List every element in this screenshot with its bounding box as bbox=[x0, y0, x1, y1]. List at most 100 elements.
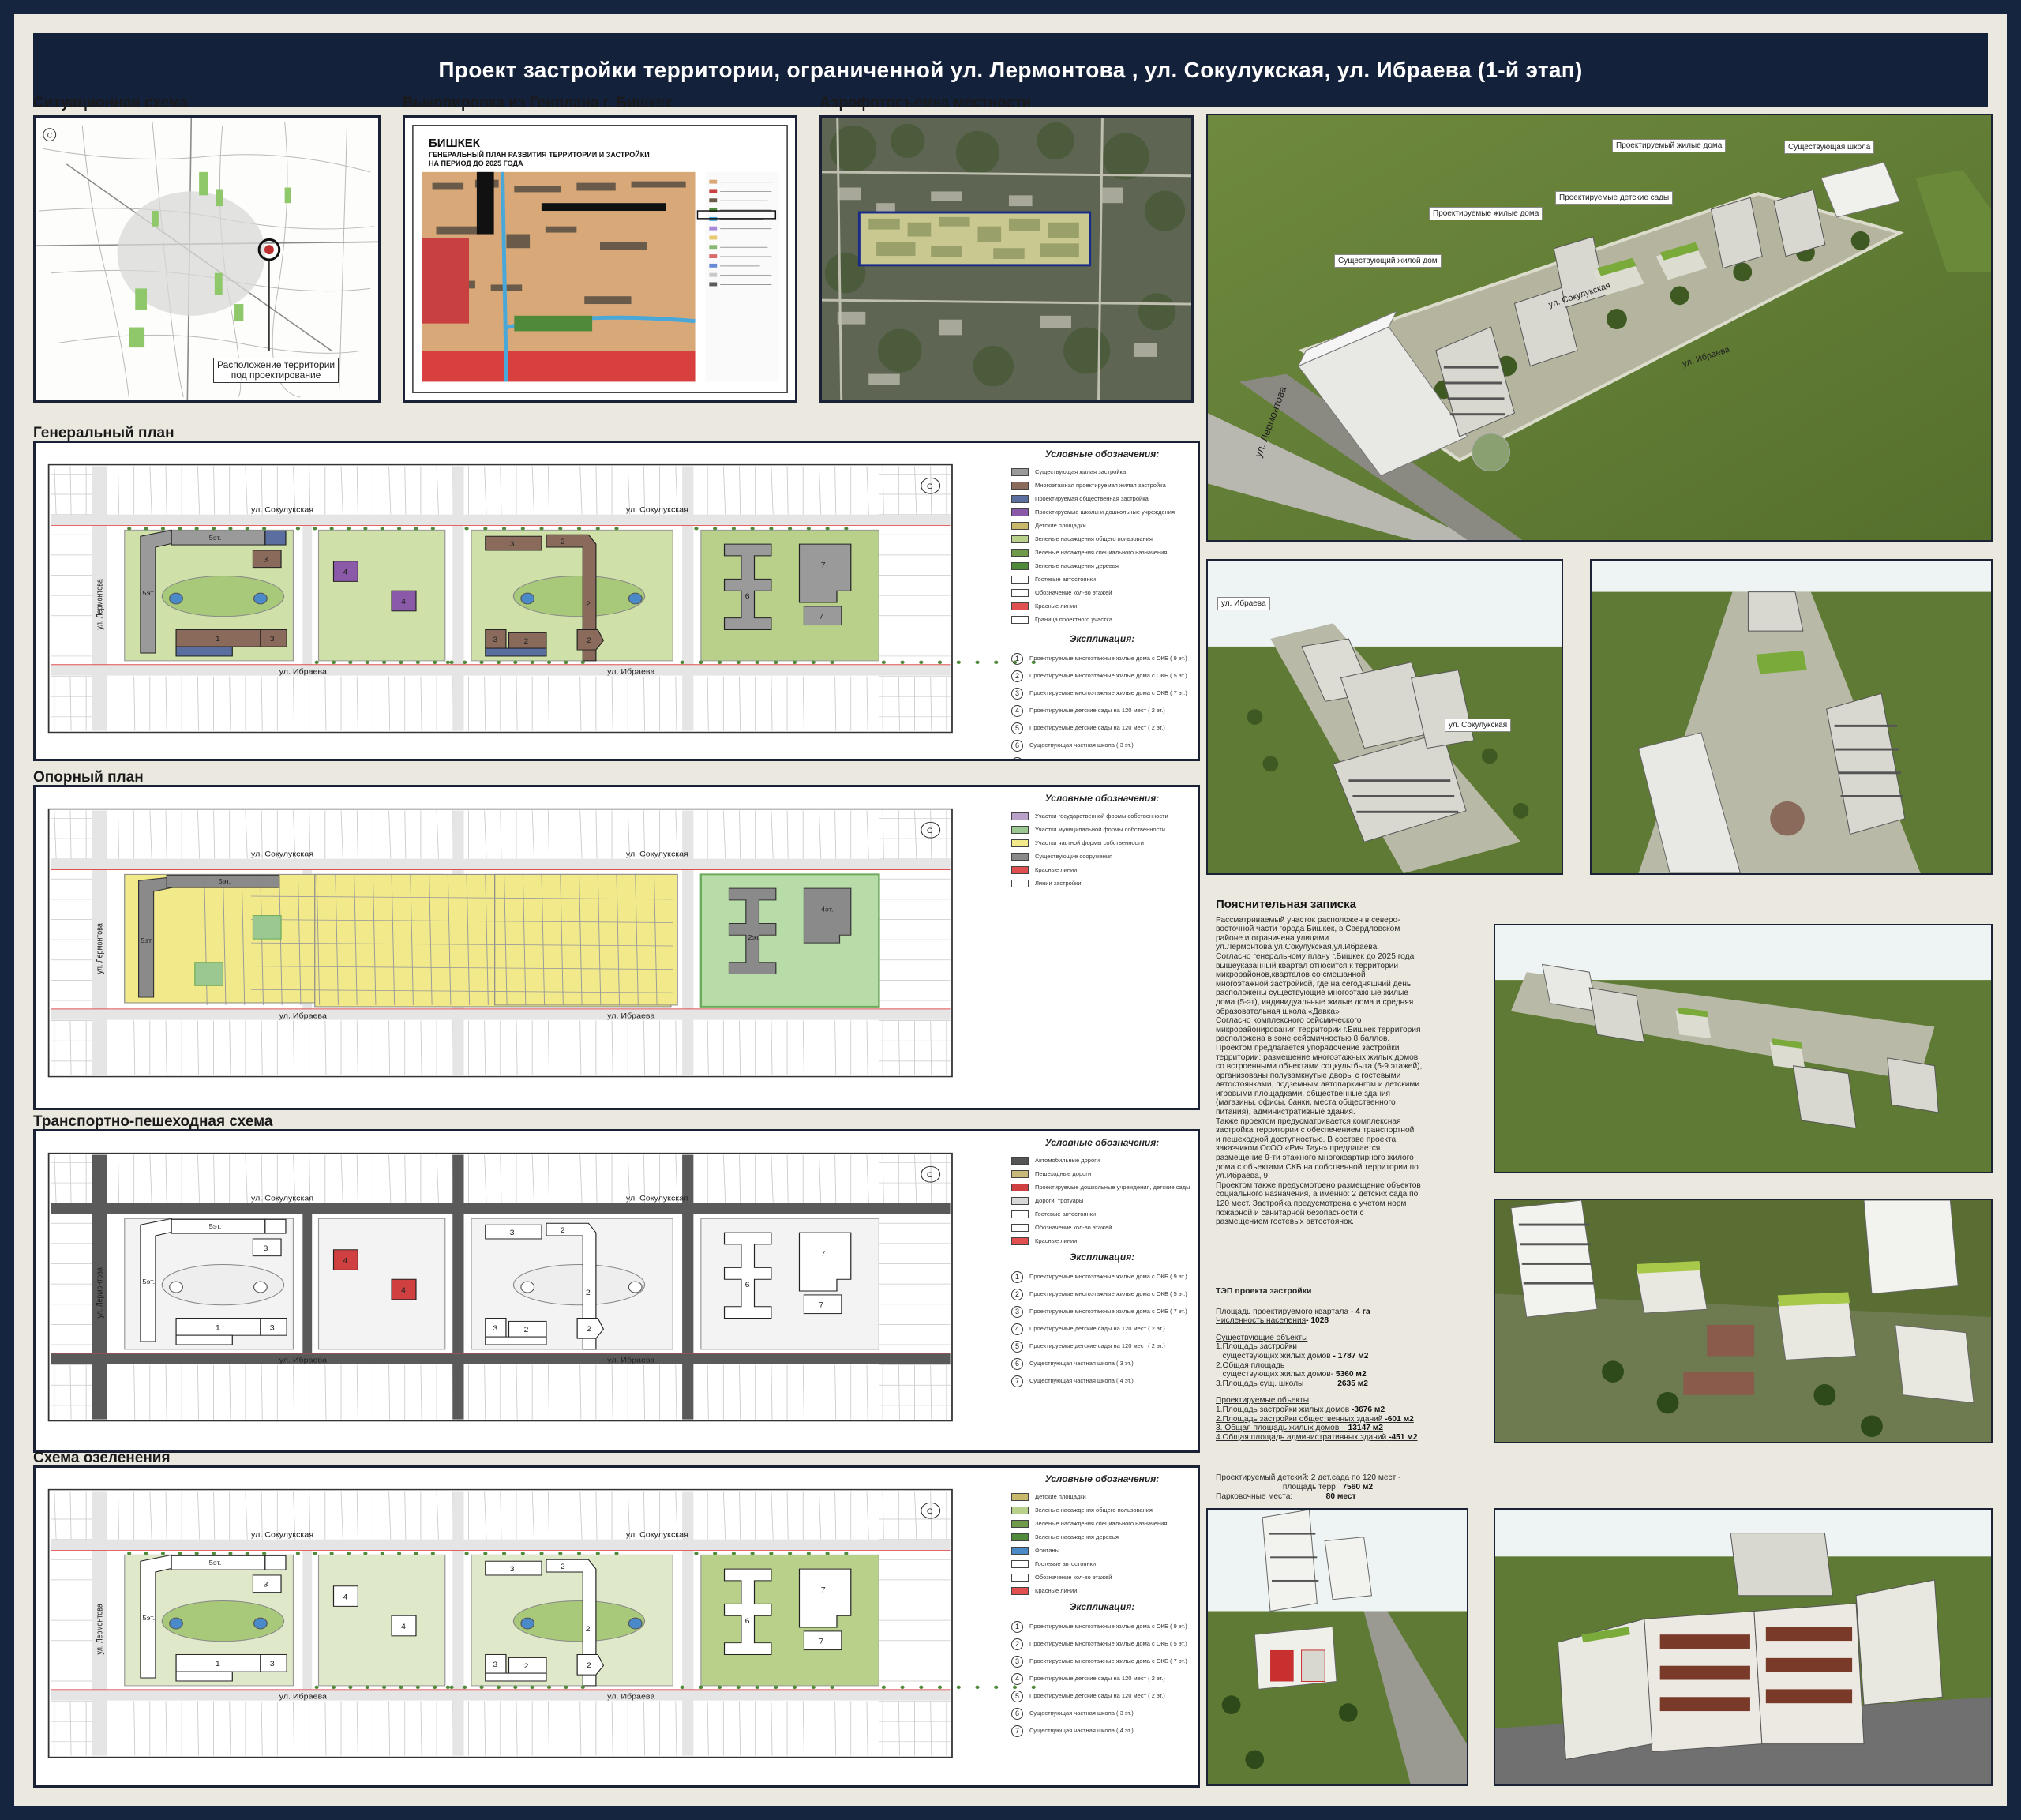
render-5 bbox=[1494, 1199, 1993, 1443]
street-label-ibraeva: ул. Ибраева bbox=[279, 1357, 328, 1364]
tep-projected-title: Проектируемые объекты bbox=[1216, 1396, 1310, 1405]
block-2 bbox=[317, 529, 446, 662]
render2-street-ibraeva: ул. Ибраева bbox=[1217, 597, 1270, 610]
fountain-icon bbox=[169, 592, 183, 605]
road-ibraeva bbox=[50, 1353, 951, 1364]
aerial-photo bbox=[819, 115, 1194, 403]
legend-swatch bbox=[1011, 602, 1029, 610]
transport-explication-title: Экспликация: bbox=[1069, 1251, 1135, 1263]
render-7 bbox=[1494, 1508, 1993, 1786]
master-explication-title: Экспликация: bbox=[1069, 633, 1135, 644]
explication-number: 3 bbox=[1011, 687, 1023, 700]
road-cross-2 bbox=[302, 525, 313, 665]
building-number: 3 bbox=[510, 1229, 516, 1237]
explication-number: 4 bbox=[1011, 1672, 1023, 1685]
master-legend-title: Условные обозначения: bbox=[1044, 448, 1160, 460]
explication-label: Существующая частная школа ( 3 эт.) bbox=[1029, 741, 1134, 749]
street-label-ibraeva: ул. Ибраева bbox=[607, 1357, 655, 1364]
public-building bbox=[264, 1555, 287, 1570]
master-explication-item: 6 Существующая частная школа ( 3 эт.) bbox=[1011, 737, 1193, 754]
master-plan: ул. Сокулукская ул. Сокулукская ул. Ибраев… bbox=[33, 441, 1200, 761]
fountain-icon bbox=[169, 1281, 183, 1293]
building-number: 3 bbox=[493, 1661, 498, 1669]
legend-swatch bbox=[1011, 865, 1029, 874]
legend-label: Зеленые насаждения специального назначен… bbox=[1035, 548, 1168, 556]
road-sokuluk bbox=[50, 514, 951, 526]
building-number: 3 bbox=[263, 1582, 268, 1589]
building-number: 2 bbox=[587, 637, 591, 645]
tep-kinder-2v: 7560 м2 bbox=[1342, 1482, 1374, 1492]
transport-legend-item: Красные линии bbox=[1011, 1234, 1193, 1248]
tep-existing-2v: 5360 м2 bbox=[1335, 1370, 1367, 1379]
greening-explication-item: 6 Существующая частная школа ( 3 эт.) bbox=[1011, 1705, 1193, 1722]
street-label-ibraeva: ул. Ибраева bbox=[607, 1693, 655, 1701]
road-sokuluk bbox=[50, 858, 951, 870]
tep-proj-1v: -3676 м2 bbox=[1352, 1405, 1385, 1414]
road-sokuluk bbox=[50, 1203, 951, 1214]
legend-label: Проектируемые школы и дошкольные учрежде… bbox=[1035, 508, 1175, 516]
road-ibraeva bbox=[50, 664, 951, 676]
building-number: 7 bbox=[821, 1250, 826, 1258]
legend-swatch bbox=[1011, 1223, 1029, 1232]
building-number: 2 bbox=[523, 1327, 528, 1334]
tep-proj-3: 3. Общая площадь жилых домов – bbox=[1216, 1424, 1346, 1433]
legend-label: Пешеходные дороги bbox=[1035, 1169, 1092, 1177]
transport-legend-item: Гостевые автостоянки bbox=[1011, 1207, 1193, 1221]
building-number: 4 bbox=[343, 569, 348, 576]
fountain-icon bbox=[169, 1617, 183, 1630]
street-label-sokuluk: ул. Сокулукская bbox=[251, 506, 313, 514]
greening-legend-item: Детские площадки bbox=[1011, 1490, 1193, 1503]
tep-parking-v: 80 мест bbox=[1325, 1492, 1356, 1501]
street-label-ibraeva: ул. Ибраева bbox=[279, 1693, 328, 1701]
explication-number: 2 bbox=[1011, 1638, 1023, 1650]
transport-legend-item: Автомобильные дороги bbox=[1011, 1154, 1193, 1167]
greening-explication-item: 4 Проектируемые детские сады на 120 мест … bbox=[1011, 1670, 1193, 1687]
legend-label: Многоэтажная проектируемая жилая застрой… bbox=[1035, 481, 1166, 489]
building-number: 2 bbox=[561, 538, 565, 546]
legend-label: Существующая жилая застройка bbox=[1035, 467, 1127, 475]
street-label-ibraeva: ул. Ибраева bbox=[607, 668, 655, 676]
floors-label: 5эт. bbox=[142, 590, 155, 597]
public-building bbox=[175, 1671, 233, 1682]
building-number: 1 bbox=[216, 636, 220, 644]
master-explication-item: 7 Существующая частная школа ( 4 эт.) bbox=[1011, 754, 1193, 759]
legend-label: Детские площадки bbox=[1035, 521, 1086, 529]
transport-explication-item: 1 Проектируемые многоэтажные жилые дома с… bbox=[1011, 1268, 1193, 1285]
reference-legend-title: Условные обозначения: bbox=[1044, 793, 1160, 804]
master-legend-item: Красные линии bbox=[1011, 599, 1193, 613]
north-arrow-label: С bbox=[927, 1508, 933, 1516]
transport-legend-item: Проектируемые дошкольные учреждения, дет… bbox=[1011, 1180, 1193, 1194]
floors-label: 5эт. bbox=[209, 1223, 222, 1230]
situational-title: Ситуационная схема bbox=[33, 95, 189, 111]
explication-number: 6 bbox=[1011, 1707, 1023, 1720]
tep-existing-2: 2.Общая площадь bbox=[1216, 1360, 1285, 1370]
genplan-city: БИШКЕК bbox=[429, 137, 480, 150]
fountain-icon bbox=[520, 592, 535, 605]
transport-legend-title: Условные обозначения: bbox=[1044, 1137, 1160, 1148]
tep-population-value: - 1028 bbox=[1306, 1316, 1329, 1326]
callout-existing-house: Существующий жилой дом bbox=[1334, 254, 1442, 268]
render2-street-sokuluk: ул. Сокулукская bbox=[1445, 719, 1512, 732]
greening-legend-item: Красные линии bbox=[1011, 1584, 1193, 1597]
street-label-ibraeva: ул. Ибраева bbox=[279, 668, 328, 676]
public-building bbox=[175, 1334, 233, 1345]
legend-label: Зеленые насаждения общего пользования bbox=[1035, 1506, 1153, 1514]
master-legend-item: Проектируемая общественная застройка bbox=[1011, 492, 1193, 505]
tep-population-label: Численность населения bbox=[1216, 1316, 1307, 1326]
building-number: 3 bbox=[270, 1324, 276, 1332]
building-number: 6 bbox=[745, 1282, 751, 1289]
explication-label: Проектируемые многоэтажные жилые дома с … bbox=[1029, 655, 1187, 662]
tep-existing-title: Существующие объекты bbox=[1216, 1333, 1308, 1342]
building-number: 3 bbox=[270, 636, 276, 644]
building-number: 2 bbox=[523, 638, 528, 646]
explication-number: 1 bbox=[1011, 652, 1023, 665]
explication-number: 2 bbox=[1011, 1288, 1023, 1300]
greening-plan: ул. Сокулукская ул. Сокулукская ул. Ибраев… bbox=[33, 1465, 1200, 1788]
legend-label: Дороги, тротуары bbox=[1035, 1196, 1084, 1204]
tep-kinder-1: Проектируемый детский: 2 дет.сада по 120… bbox=[1216, 1473, 1401, 1483]
tep-parking: Парковочные места: bbox=[1216, 1492, 1293, 1501]
explication-number: 4 bbox=[1011, 704, 1023, 717]
aerial-title: Аэрофотосъемка местности bbox=[819, 95, 1032, 111]
building-number: 3 bbox=[263, 1245, 268, 1253]
fountain-icon bbox=[628, 1281, 643, 1293]
